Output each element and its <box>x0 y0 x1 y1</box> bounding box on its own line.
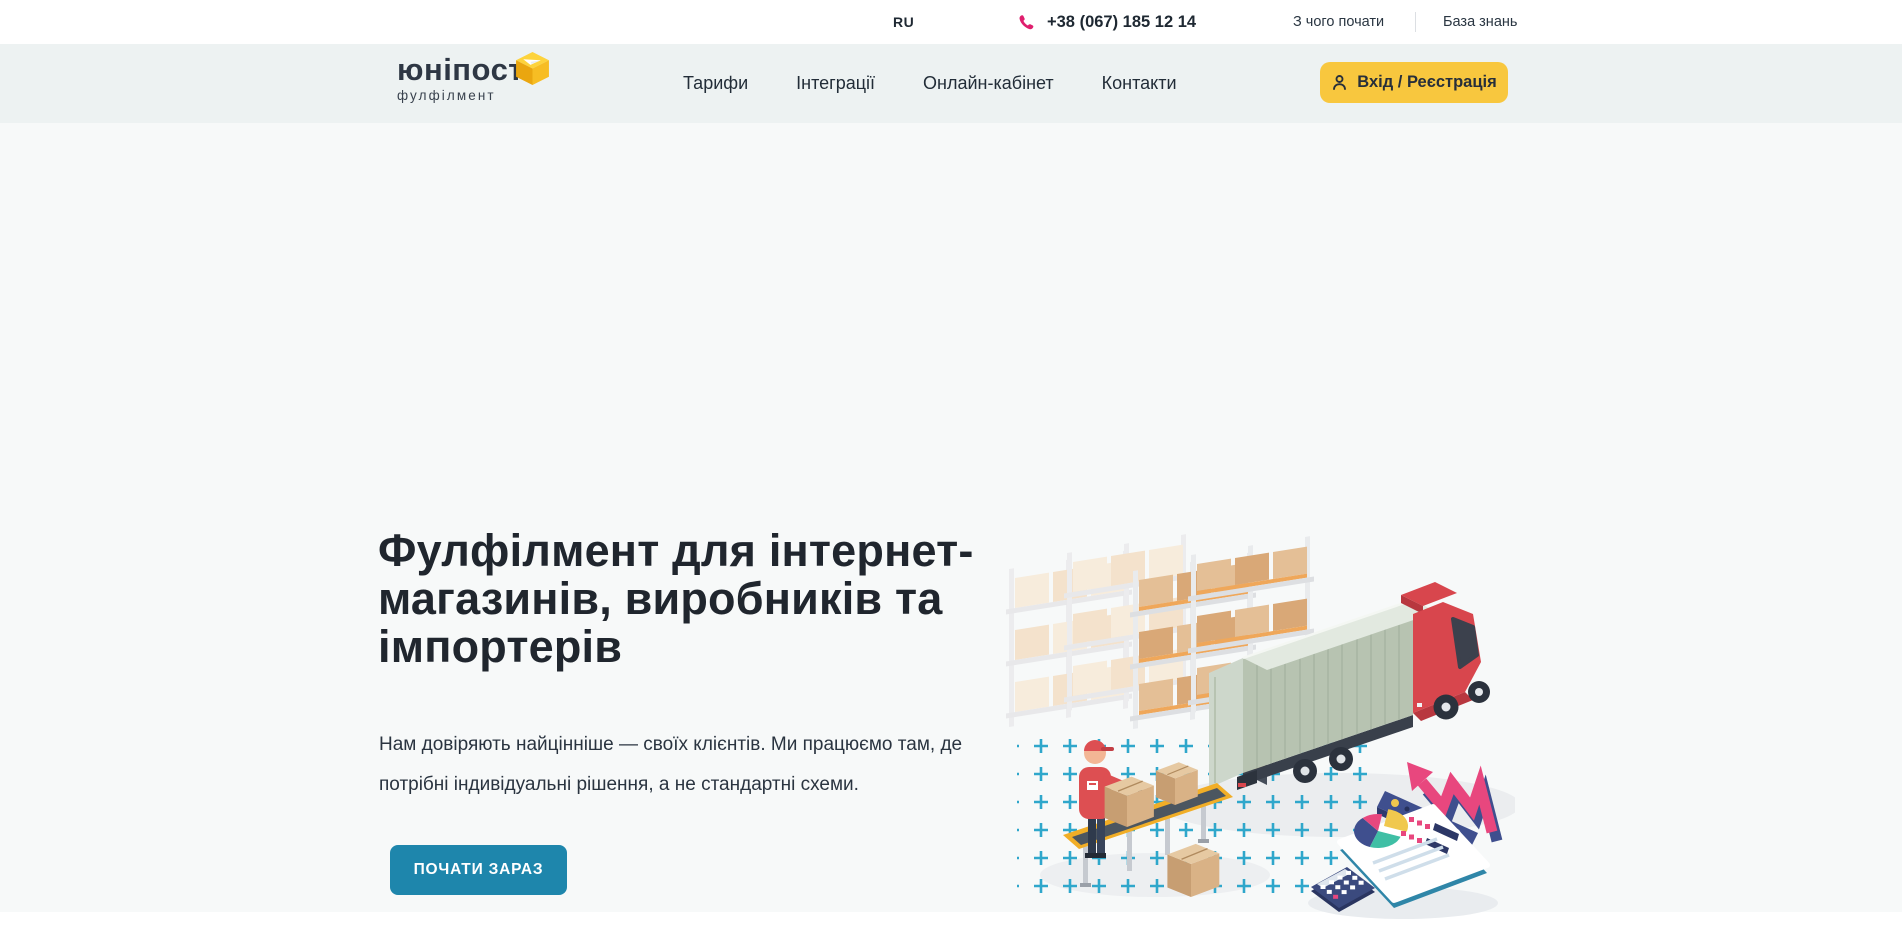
phone-link[interactable]: +38 (067) 185 12 14 <box>1018 0 1196 44</box>
link-how-to-start[interactable]: З чого почати <box>1293 0 1384 44</box>
cube-icon <box>514 51 551 86</box>
page-title: Фулфілмент для інтернет- магазинів, виро… <box>378 527 974 671</box>
start-now-button[interactable]: ПОЧАТИ ЗАРАЗ <box>390 845 567 895</box>
language-switcher[interactable]: RU <box>893 0 914 44</box>
topbar: RU +38 (067) 185 12 14 З чого почати Баз… <box>0 0 1902 44</box>
hero-section: Фулфілмент для інтернет- магазинів, виро… <box>0 123 1902 912</box>
logo-tagline: фулфілмент <box>397 88 567 103</box>
topbar-divider <box>1415 12 1416 32</box>
main-nav: Тарифи Інтеграції Онлайн-кабінет Контакт… <box>683 44 1177 123</box>
phone-icon <box>1018 14 1035 31</box>
header: юніпост фулфілмент Тарифи Інтеграції Онл… <box>0 44 1902 123</box>
box-on-floor <box>1167 844 1219 897</box>
box-on-belt <box>1105 777 1154 827</box>
nav-item-integrations[interactable]: Інтеграції <box>796 73 875 94</box>
hero-description: Нам довіряють найцінніше — своїх клієнті… <box>379 725 962 805</box>
nav-item-tariffs[interactable]: Тарифи <box>683 73 748 94</box>
login-register-label: Вхід / Реєстрація <box>1357 73 1496 92</box>
nav-item-cabinet[interactable]: Онлайн-кабінет <box>923 73 1054 94</box>
phone-number: +38 (067) 185 12 14 <box>1047 13 1196 32</box>
login-register-button[interactable]: Вхід / Реєстрація <box>1320 62 1508 103</box>
hero-illustration <box>1005 515 1515 920</box>
link-knowledge-base[interactable]: База знань <box>1443 0 1517 44</box>
box-on-belt <box>1156 762 1198 805</box>
nav-item-contacts[interactable]: Контакти <box>1102 73 1177 94</box>
logo[interactable]: юніпост фулфілмент <box>397 53 567 103</box>
user-icon <box>1331 74 1348 91</box>
